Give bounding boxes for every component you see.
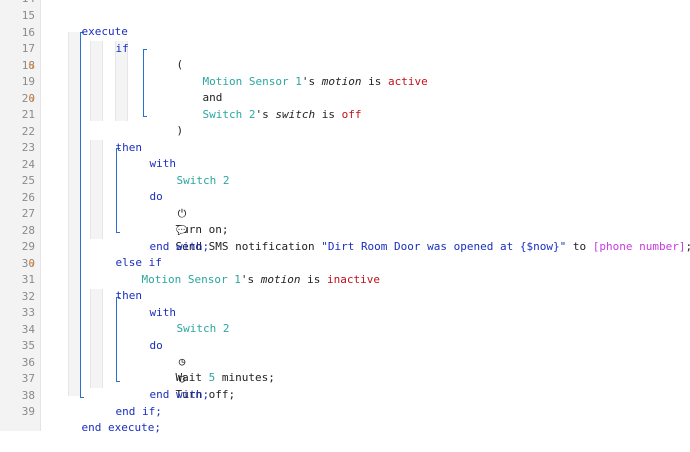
attribute-name: motion	[260, 273, 301, 286]
text: is	[315, 108, 342, 121]
line-number: 19	[21, 75, 35, 88]
device-name[interactable]: Switch 2	[203, 108, 256, 121]
code-line-open-paren[interactable]: (	[150, 41, 184, 71]
recipient-variable[interactable]: [phone number]	[593, 240, 686, 253]
line-number: 36	[21, 356, 35, 369]
code-line-execute[interactable]: execute	[55, 8, 128, 38]
text: 's	[301, 75, 322, 88]
text: 's	[240, 273, 261, 286]
line-number: 22	[21, 125, 35, 138]
code-line-with-device[interactable]: Switch 2	[150, 305, 230, 335]
trigger-bolt-icon: ϟ	[28, 92, 35, 105]
code-line-then[interactable]: then	[89, 124, 143, 154]
code-line-close-paren[interactable]: )	[150, 107, 184, 137]
line-number: 33	[21, 306, 35, 319]
line-number: 32	[21, 290, 35, 303]
code-line-send-sms[interactable]: 💬 Send SMS notification "Dirt Room Door …	[149, 206, 690, 253]
code-line-condition-3[interactable]: Motion Sensor 1's motion is inactive	[115, 256, 380, 286]
line-number: 14	[0, 0, 35, 7]
close-paren: )	[176, 124, 184, 137]
trigger-bolt-icon: ϟ	[28, 257, 35, 270]
device-name[interactable]: Motion Sensor 1	[142, 273, 241, 286]
code-line-wait[interactable]: ◷ Wait 5 minutes;	[149, 338, 275, 384]
code-line-do[interactable]: do	[123, 322, 163, 352]
with-block-bracket	[116, 148, 120, 233]
line-number: 39	[21, 405, 35, 418]
device-name[interactable]: Switch 2	[177, 322, 230, 335]
line-number: 26	[21, 191, 35, 204]
code-line-with-device[interactable]: Switch 2	[150, 157, 230, 187]
line-number: 29	[21, 240, 35, 253]
line-number: 23	[21, 141, 35, 154]
line-number: 16	[21, 26, 35, 39]
code-line-end-with[interactable]: end with;	[123, 223, 210, 253]
text: ;	[685, 240, 690, 253]
code-line-with[interactable]: with	[123, 140, 177, 170]
text: 's	[255, 108, 276, 121]
state-value[interactable]: active	[388, 75, 428, 88]
code-line-if[interactable]: if	[89, 25, 129, 55]
text: is	[361, 75, 388, 88]
attribute-name: switch	[275, 108, 316, 121]
line-number: 15	[21, 9, 35, 22]
code-line-condition-1[interactable]: Motion Sensor 1's motion is active	[176, 58, 428, 88]
line-number: 38	[21, 389, 35, 402]
line-number: 24	[21, 158, 35, 171]
line-number: 28	[21, 224, 35, 237]
text: is	[300, 273, 327, 286]
trigger-bolt-icon: ϟ	[28, 59, 35, 72]
code-line-turn-on[interactable]: ⏻ Turn on;	[149, 190, 229, 236]
code-line-else-if[interactable]: else if	[89, 239, 162, 269]
line-number: 31	[21, 273, 35, 286]
code-line-do[interactable]: do	[123, 173, 163, 203]
code-line-and[interactable]: and	[176, 74, 223, 104]
code-line-with[interactable]: with	[123, 289, 177, 319]
code-line-end-if[interactable]: end if;	[89, 388, 162, 418]
code-line-end-with[interactable]: end with;	[123, 371, 210, 401]
attribute-name: motion	[321, 75, 362, 88]
line-number: 35	[21, 339, 35, 352]
line-number: 25	[21, 174, 35, 187]
text: minutes;	[215, 371, 275, 384]
line-number: 17	[21, 42, 35, 55]
code-line-end-execute[interactable]: end execute;	[55, 404, 161, 434]
code-line-turn-off[interactable]: ○ Turn off;	[149, 355, 236, 401]
line-number: 34	[21, 323, 35, 336]
with-block-bracket	[116, 297, 120, 382]
device-name[interactable]: Switch 2	[177, 174, 230, 187]
text: to	[566, 240, 593, 253]
message-string[interactable]: "Dirt Room Door was opened at {$now}"	[321, 240, 566, 253]
keyword: if	[115, 42, 129, 55]
state-value[interactable]: off	[342, 108, 362, 121]
state-value[interactable]: inactive	[327, 273, 380, 286]
paren-bracket	[143, 49, 147, 117]
code-editor[interactable]: 14 15 16 17 18 19 20 21 22 23 24 25 26 2…	[0, 0, 690, 434]
code-line-then[interactable]: then	[89, 272, 143, 302]
if-block-bracket	[80, 32, 84, 398]
line-number: 37	[21, 372, 35, 385]
line-gutter: 14 15 16 17 18 19 20 21 22 23 24 25 26 2…	[0, 0, 41, 431]
line-number: 21	[21, 108, 35, 121]
line-number: 27	[21, 207, 35, 220]
keyword: end execute;	[81, 421, 161, 434]
code-line-condition-2[interactable]: Switch 2's switch is off	[176, 91, 362, 121]
